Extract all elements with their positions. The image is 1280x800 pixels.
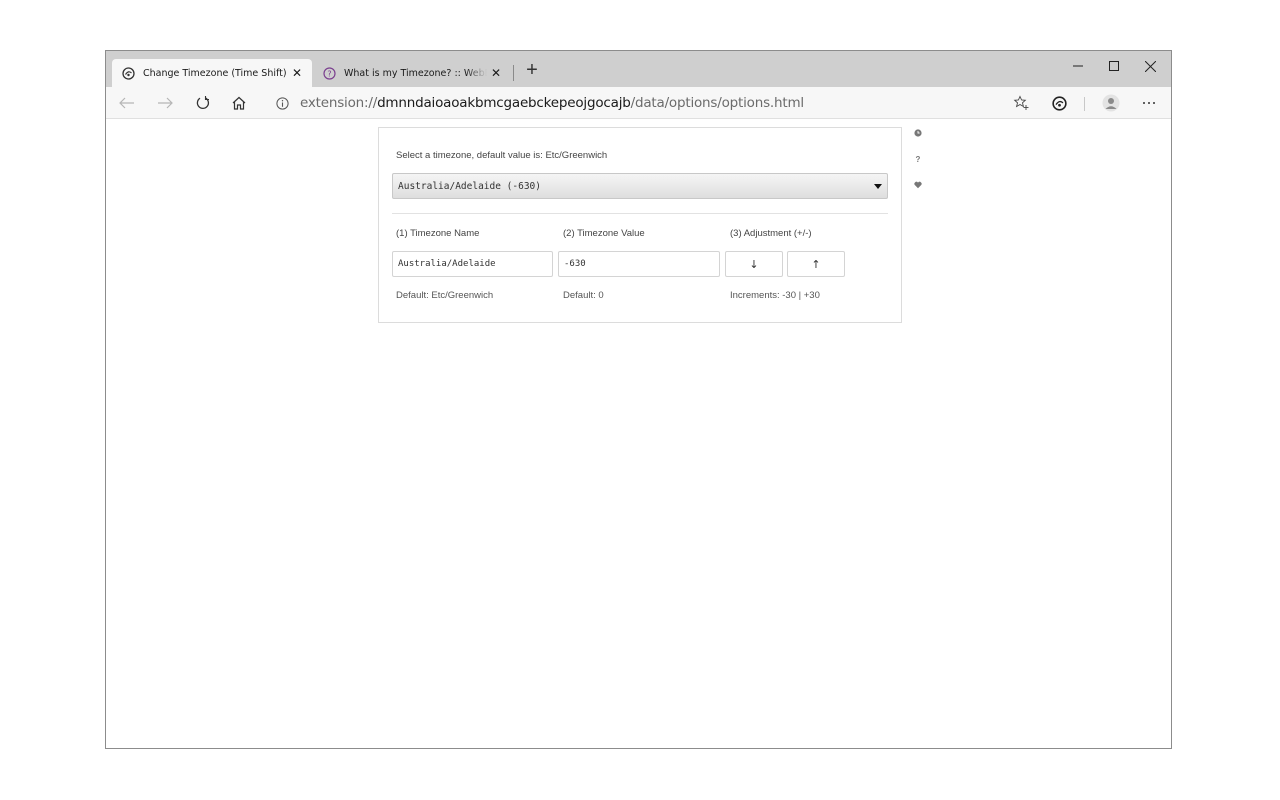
caret-down-icon — [869, 183, 887, 189]
avatar-icon — [1102, 94, 1120, 112]
increase-button[interactable]: ↑ — [787, 251, 845, 277]
timeshift-icon — [121, 66, 135, 80]
tab-title: Change Timezone (Time Shift) — [143, 67, 287, 79]
timezone-name-header: (1) Timezone Name — [396, 228, 480, 239]
browser-window: Change Timezone (Time Shift) ✕ ? What is… — [105, 50, 1172, 749]
profile-button[interactable] — [1098, 91, 1124, 115]
url-scheme: extension:// — [300, 95, 378, 111]
tab-title: What is my Timezone? :: WebBrowserTools — [344, 67, 487, 79]
timezone-value-header: (2) Timezone Value — [563, 228, 645, 239]
tab-what-is-my-timezone[interactable]: ? What is my Timezone? :: WebBrowserTool… — [313, 59, 511, 87]
arrow-left-icon — [119, 97, 134, 109]
info-icon[interactable] — [272, 96, 292, 110]
timezone-select[interactable]: Australia/Adelaide (-630) — [392, 173, 888, 199]
timezone-select-value: Australia/Adelaide (-630) — [398, 180, 541, 192]
url-host: dmnndaioaoakbmcgaebckepeojgocajb — [377, 95, 631, 111]
more-dots-icon — [1143, 102, 1155, 104]
tab-change-timezone[interactable]: Change Timezone (Time Shift) ✕ — [112, 59, 312, 87]
help-icon[interactable]: ? — [912, 153, 924, 165]
divider — [392, 213, 888, 214]
timezone-name-default: Default: Etc/Greenwich — [396, 290, 494, 301]
arrow-right-icon — [158, 97, 173, 109]
url-path: /data/options/options.html — [630, 95, 805, 111]
timezone-name-input[interactable] — [392, 251, 553, 277]
svg-text:?: ? — [327, 69, 331, 78]
extension-timeshift-button[interactable] — [1046, 91, 1072, 115]
tab-separator — [513, 65, 514, 81]
toolbar-separator — [1084, 97, 1085, 111]
select-label: Select a timezone, default value is: Etc… — [396, 150, 608, 161]
back-button[interactable] — [114, 91, 140, 115]
close-tab-icon[interactable]: ✕ — [288, 66, 306, 80]
options-panel: Select a timezone, default value is: Etc… — [378, 127, 902, 323]
url-text: extension://dmnndaioaoakbmcgaebckepeojgo… — [300, 95, 804, 111]
forward-button[interactable] — [152, 91, 178, 115]
timezone-value-input[interactable] — [558, 251, 720, 277]
close-window-button[interactable] — [1128, 51, 1171, 81]
home-button[interactable] — [226, 91, 252, 115]
browser-toolbar: extension://dmnndaioaoakbmcgaebckepeojgo… — [106, 87, 1171, 119]
home-icon — [232, 96, 246, 110]
timeshift-icon — [1051, 95, 1067, 111]
tab-strip: Change Timezone (Time Shift) ✕ ? What is… — [106, 51, 1171, 87]
heart-icon[interactable] — [912, 179, 924, 191]
refresh-button[interactable] — [190, 91, 216, 115]
clock-icon[interactable] — [912, 127, 924, 139]
decrease-button[interactable]: ↓ — [725, 251, 783, 277]
new-tab-button[interactable]: + — [520, 59, 544, 83]
close-tab-icon[interactable]: ✕ — [487, 66, 505, 80]
question-circle-icon: ? — [322, 66, 336, 80]
timezone-value-default: Default: 0 — [563, 290, 604, 301]
increments-note: Increments: -30 | +30 — [730, 290, 820, 301]
adjustment-header: (3) Adjustment (+/-) — [730, 228, 812, 239]
star-plus-icon — [1013, 95, 1029, 110]
more-menu-button[interactable] — [1136, 91, 1162, 115]
favorite-button[interactable] — [1008, 91, 1034, 115]
refresh-icon — [196, 96, 210, 109]
address-bar[interactable]: extension://dmnndaioaoakbmcgaebckepeojgo… — [272, 91, 1042, 115]
page-content: Select a timezone, default value is: Etc… — [106, 119, 1171, 748]
